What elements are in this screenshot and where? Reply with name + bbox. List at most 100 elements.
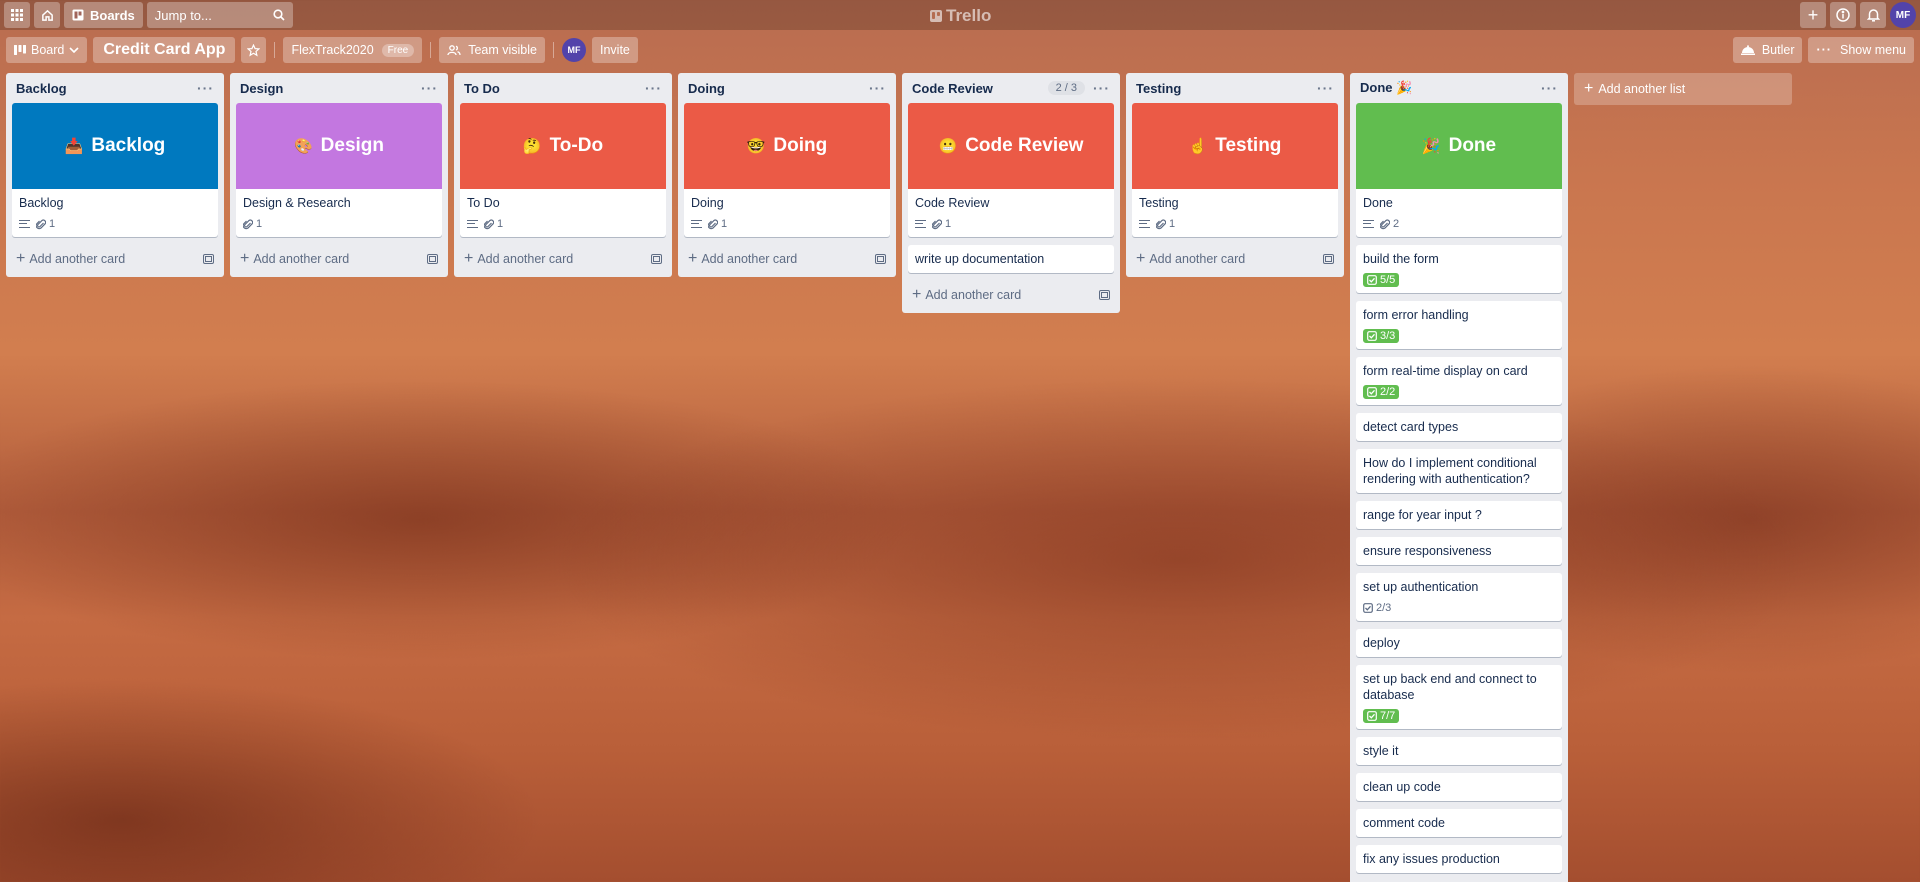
list-title[interactable]: Backlog [16, 81, 67, 96]
visibility-button[interactable]: Team visible [439, 37, 545, 63]
card-title: fix any issues production [1363, 852, 1500, 866]
card[interactable]: clean up code [1356, 773, 1562, 801]
add-card-button[interactable]: +Add another card [460, 245, 666, 273]
list-menu-icon[interactable]: ··· [869, 80, 886, 96]
add-card-label: Add another card [701, 252, 798, 266]
board-view-switcher[interactable]: Board [6, 37, 88, 63]
board-member-avatar[interactable]: MF [562, 38, 586, 62]
card[interactable]: fix any issues production [1356, 845, 1562, 873]
list-title[interactable]: Design [240, 81, 283, 96]
add-card-button[interactable]: +Add another card [684, 245, 890, 273]
card[interactable]: 🤓 Doing Doing 1 [684, 103, 890, 237]
information-button[interactable] [1830, 2, 1856, 28]
card[interactable]: detect card types [1356, 413, 1562, 441]
list-title[interactable]: To Do [464, 81, 500, 96]
card-template-icon[interactable] [875, 254, 886, 264]
invite-button[interactable]: Invite [592, 37, 638, 63]
card[interactable]: ☝️ Testing Testing 1 [1132, 103, 1338, 237]
show-menu-label: Show menu [1839, 43, 1906, 57]
checklist-icon [1367, 275, 1377, 285]
attachment-badge: 1 [243, 218, 262, 230]
list-menu-icon[interactable]: ··· [1541, 80, 1558, 96]
list-title[interactable]: Doing [688, 81, 725, 96]
list-menu-icon[interactable]: ··· [1317, 80, 1334, 96]
card[interactable]: write up documentation [908, 245, 1114, 273]
card[interactable]: deploy [1356, 629, 1562, 657]
card-template-icon[interactable] [1323, 254, 1334, 264]
card[interactable]: form error handling 3/3 [1356, 301, 1562, 349]
home-button[interactable] [34, 2, 60, 28]
add-card-label: Add another card [1149, 252, 1246, 266]
list-title[interactable]: Testing [1136, 81, 1181, 96]
chevron-down-icon [69, 47, 79, 53]
card[interactable]: form real-time display on card 2/2 [1356, 357, 1562, 405]
add-card-button[interactable]: +Add another card [908, 281, 1114, 309]
trello-logo[interactable]: Trello [930, 6, 991, 26]
card-body: To Do 1 [460, 189, 666, 237]
card-template-icon[interactable] [1099, 290, 1110, 300]
add-list-button[interactable]: + Add another list [1574, 73, 1792, 105]
card-badges: 1 [1139, 215, 1331, 233]
divider [553, 42, 554, 58]
list-menu-icon[interactable]: ··· [1093, 80, 1110, 96]
butler-button[interactable]: Butler [1732, 37, 1803, 63]
card-title: deploy [1363, 636, 1400, 650]
show-menu-button[interactable]: ··· Show menu [1808, 37, 1914, 63]
card[interactable]: style it [1356, 737, 1562, 765]
card[interactable]: 😬 Code Review Code Review 1 [908, 103, 1114, 237]
attachment-icon [36, 219, 46, 229]
card[interactable]: ensure responsiveness [1356, 537, 1562, 565]
plus-icon: + [464, 250, 474, 267]
attachment-icon [243, 219, 253, 229]
plus-icon: + [1136, 250, 1146, 267]
card-template-icon[interactable] [651, 254, 662, 264]
card-template-icon[interactable] [203, 254, 214, 264]
board-header-right: Butler ··· Show menu [1732, 37, 1914, 63]
list-backlog: Backlog ··· 📥 Backlog Backlog 1 + Add another c… [6, 73, 224, 277]
list-title[interactable]: Code Review [912, 81, 993, 96]
list-menu-icon[interactable]: ··· [645, 80, 662, 96]
search-input[interactable]: Jump to... [146, 2, 293, 28]
list-design: Design ··· 🎨 Design Design & Research 1 + Add a… [230, 73, 448, 277]
create-button[interactable]: + [1800, 2, 1826, 28]
star-board-button[interactable] [241, 37, 267, 63]
team-button[interactable]: FlexTrack2020 Free [283, 37, 423, 63]
list-menu-icon[interactable]: ··· [197, 80, 214, 96]
list-menu-icon[interactable]: ··· [421, 80, 438, 96]
boards-label: Boards [90, 7, 135, 23]
user-avatar[interactable]: MF [1890, 2, 1916, 28]
cover-text: Code Review [965, 135, 1084, 156]
card[interactable]: 🎉 Done Done 2 [1356, 103, 1562, 237]
card-body: form real-time display on card 2/2 [1356, 357, 1562, 405]
add-card-button[interactable]: +Add another card [236, 245, 442, 273]
boards-button[interactable]: Boards [64, 2, 143, 28]
card[interactable]: 🤔 To-Do To Do 1 [460, 103, 666, 237]
add-card-button[interactable]: +Add another card [1132, 245, 1338, 273]
card[interactable]: 🎨 Design Design & Research 1 [236, 103, 442, 237]
board-title[interactable]: Credit Card App [93, 37, 236, 63]
card[interactable]: set up authentication 2/3 [1356, 573, 1562, 621]
card[interactable]: comment code [1356, 809, 1562, 837]
card-title: Testing [1139, 196, 1179, 210]
card-body: deploy [1356, 629, 1562, 657]
card-badges: 5/5 [1363, 271, 1555, 289]
cover-text: To-Do [549, 135, 604, 156]
attachment-icon [708, 219, 718, 229]
card[interactable]: build the form 5/5 [1356, 245, 1562, 293]
add-card-button[interactable]: +Add another card [12, 245, 218, 273]
attachment-icon [484, 219, 494, 229]
card-cover: 🤔 To-Do [460, 103, 666, 189]
card[interactable]: 📥 Backlog Backlog 1 [12, 103, 218, 237]
card-template-icon[interactable] [427, 254, 438, 264]
list-title[interactable]: Done 🎉 [1360, 80, 1412, 96]
description-badge [915, 220, 926, 228]
trello-logo-icon [930, 10, 942, 22]
attachment-badge: 1 [932, 218, 951, 230]
card[interactable]: How do I implement conditional rendering… [1356, 449, 1562, 493]
card[interactable]: range for year input ? [1356, 501, 1562, 529]
card-body: set up authentication 2/3 [1356, 573, 1562, 621]
apps-grid-button[interactable] [4, 2, 30, 28]
card[interactable]: set up back end and connect to database 7… [1356, 665, 1562, 729]
notifications-button[interactable] [1860, 2, 1886, 28]
butler-label: Butler [1761, 43, 1795, 57]
